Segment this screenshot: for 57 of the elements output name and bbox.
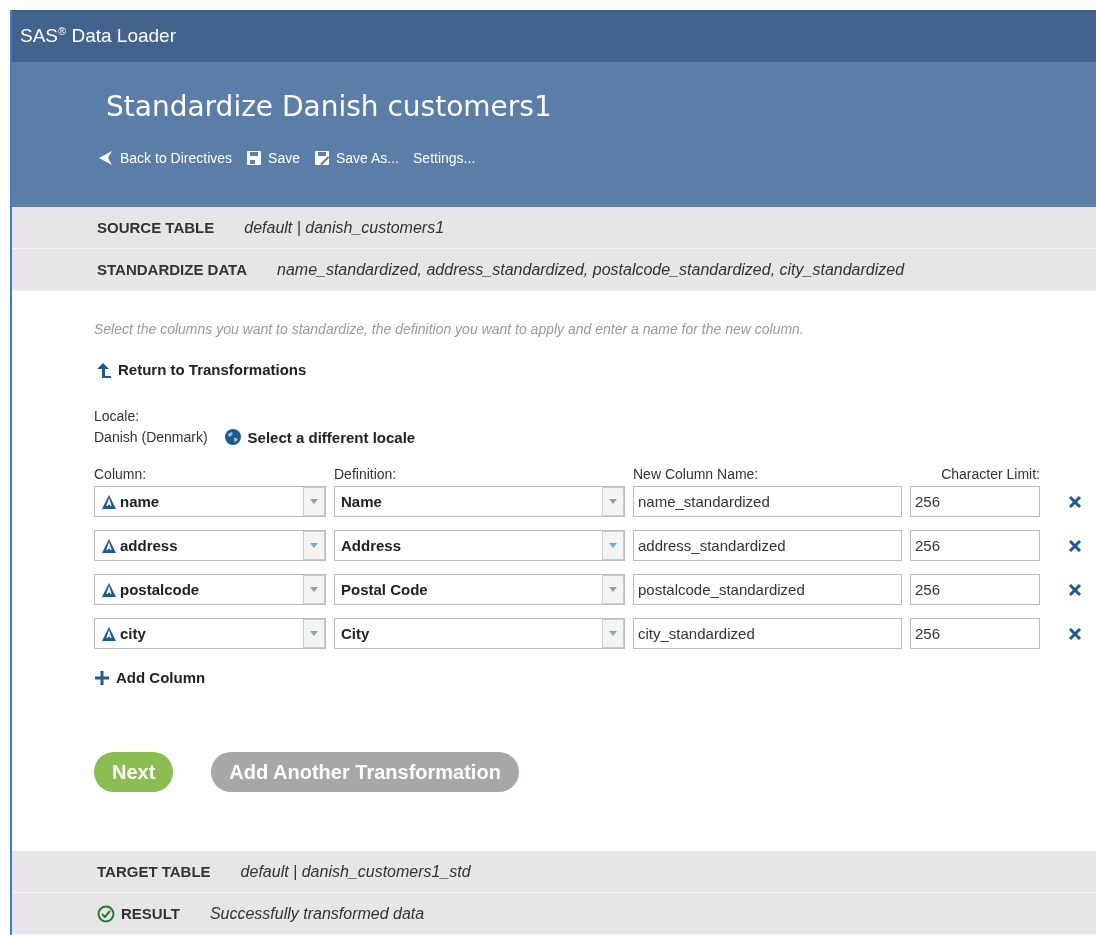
summary-label: TARGET TABLE xyxy=(97,863,211,880)
plus-icon xyxy=(94,669,110,686)
column-dropdown[interactable]: address xyxy=(94,530,326,561)
close-icon xyxy=(1068,494,1082,509)
column-header: Column: xyxy=(94,466,148,482)
summary-value: Successfully transformed data xyxy=(209,904,425,923)
column-dropdown[interactable]: city xyxy=(94,618,326,649)
app-title: SAS$^{®}$ Data Loader xyxy=(20,24,176,48)
column-dropdown[interactable]: name xyxy=(94,486,326,517)
text-type-icon xyxy=(101,625,117,642)
definition-dropdown[interactable]: Address xyxy=(334,530,625,561)
summary-value: name_standardized, address_standardized, postalcode_standardized, city_standardized xyxy=(277,260,905,279)
remove-button[interactable] xyxy=(1068,626,1082,641)
close-icon xyxy=(1068,582,1082,597)
toolbar-button[interactable]: Save As... xyxy=(313,150,399,166)
column-header: Definition: xyxy=(334,466,398,482)
instructions-text: Select the columns you want to standardize, the definition you want to apply and enter a name for the new column. xyxy=(94,321,805,337)
definition-dropdown[interactable]: City xyxy=(334,618,625,649)
new-column-name-field[interactable]: address_standardized xyxy=(633,530,902,561)
back-arrow-icon xyxy=(98,150,114,166)
close-icon xyxy=(1068,538,1082,553)
locale-value: Danish (Denmark) xyxy=(94,429,208,445)
summary-label: STANDARDIZE DATA xyxy=(97,261,247,278)
character-limit-field[interactable]: 256 xyxy=(910,486,1040,517)
toolbar-button[interactable]: Settings... xyxy=(413,150,476,166)
remove-button[interactable] xyxy=(1068,494,1082,509)
new-column-name-field[interactable]: city_standardized xyxy=(633,618,902,649)
text-type-icon xyxy=(101,493,117,510)
globe-icon xyxy=(223,428,242,446)
summary-value: default | danish_customers1 xyxy=(244,218,445,237)
text-type-icon xyxy=(101,537,117,554)
toolbar-button[interactable]: Back to Directives xyxy=(98,150,233,166)
return-link[interactable]: Return to Transformations xyxy=(94,361,307,378)
locale-label: Locale: xyxy=(94,408,141,424)
add-column-link[interactable]: Add Column xyxy=(94,669,206,686)
check-circle-icon xyxy=(97,904,115,923)
character-limit-field[interactable]: 256 xyxy=(910,618,1040,649)
definition-dropdown[interactable]: Name xyxy=(334,486,625,517)
new-column-name-field[interactable]: postalcode_standardized xyxy=(633,574,902,605)
toolbar-button[interactable]: Save xyxy=(246,150,300,166)
character-limit-field[interactable]: 256 xyxy=(910,530,1040,561)
close-icon xyxy=(1068,626,1082,641)
locale-link[interactable]: Select a different locale xyxy=(223,428,416,446)
remove-button[interactable] xyxy=(1068,538,1082,553)
column-header: New Column Name: xyxy=(633,466,760,482)
summary-value: default | danish_customers1_std xyxy=(240,862,471,881)
page-title: Standardize Danish customers1 xyxy=(106,89,553,125)
new-column-name-field[interactable]: name_standardized xyxy=(633,486,902,517)
character-limit-field[interactable]: 256 xyxy=(910,574,1040,605)
summary-label: RESULT xyxy=(121,905,180,922)
summary-label: SOURCE TABLE xyxy=(97,219,215,236)
floppy-pencil-icon xyxy=(313,150,330,166)
definition-dropdown[interactable]: Postal Code xyxy=(334,574,625,605)
column-dropdown[interactable]: postalcode xyxy=(94,574,326,605)
column-header: Character Limit: xyxy=(940,466,1040,482)
remove-button[interactable] xyxy=(1068,582,1082,597)
text-type-icon xyxy=(101,581,117,598)
